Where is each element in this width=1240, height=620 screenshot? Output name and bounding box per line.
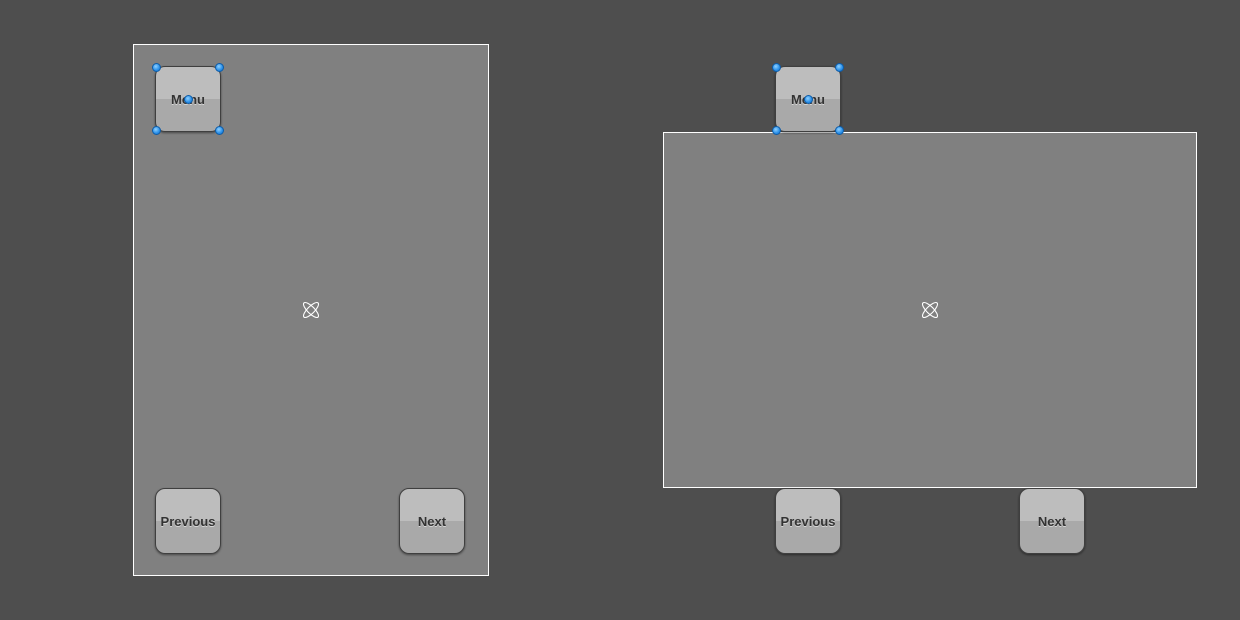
button-label: Previous — [781, 514, 836, 529]
menu-button[interactable]: Menu — [155, 66, 221, 132]
button-label: Next — [418, 514, 446, 529]
layout-canvas-landscape[interactable] — [663, 132, 1197, 488]
next-button[interactable]: Next — [399, 488, 465, 554]
previous-button[interactable]: Previous — [155, 488, 221, 554]
button-label: Menu — [171, 92, 205, 107]
placeholder-pinwheel-icon — [919, 299, 941, 321]
resize-handle-tr[interactable] — [835, 63, 844, 72]
resize-handle-tl[interactable] — [772, 63, 781, 72]
button-label: Previous — [161, 514, 216, 529]
previous-button[interactable]: Previous — [775, 488, 841, 554]
next-button[interactable]: Next — [1019, 488, 1085, 554]
button-label: Menu — [791, 92, 825, 107]
button-label: Next — [1038, 514, 1066, 529]
placeholder-pinwheel-icon — [300, 299, 322, 321]
menu-button[interactable]: Menu — [775, 66, 841, 132]
